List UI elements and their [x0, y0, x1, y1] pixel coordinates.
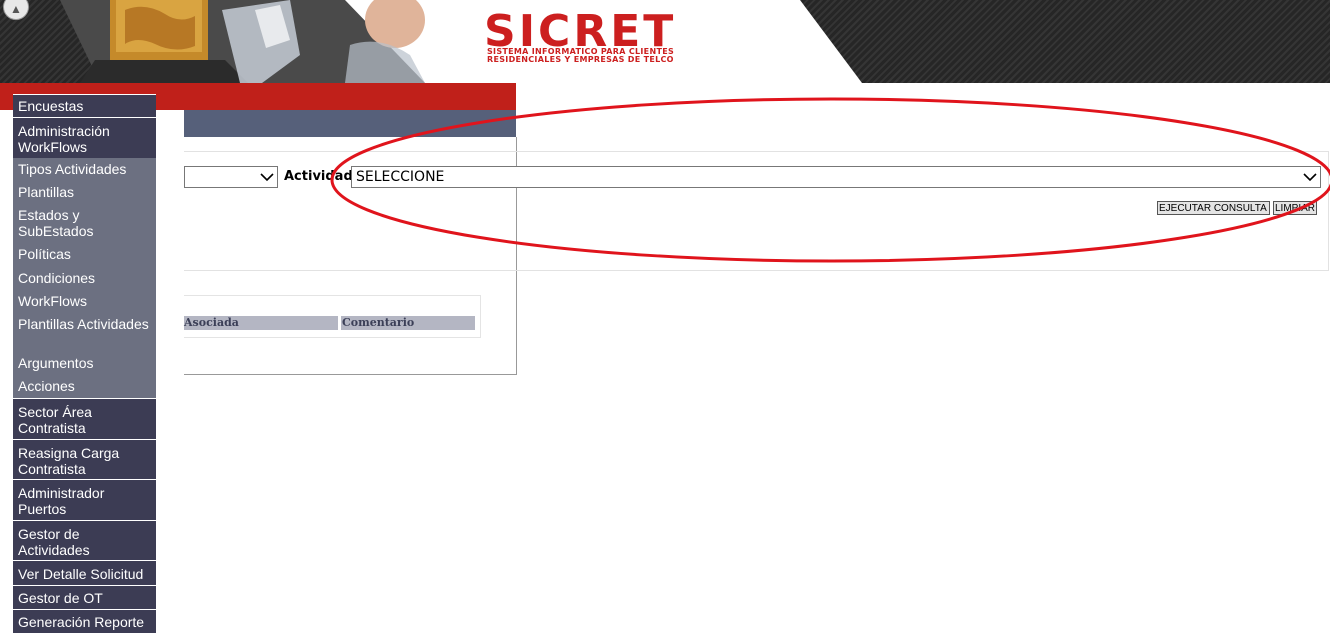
menu-item-acciones[interactable]: Acciones — [13, 375, 156, 398]
menu-item-politicas[interactable]: Políticas — [13, 243, 156, 267]
menu-item-tipos-actividades[interactable]: Tipos Actividades — [13, 158, 156, 181]
header-banner: ▲ SICRET SISTEMA INFORMATICO PARA CLIENT… — [0, 0, 1330, 83]
menu-item-argumentos[interactable]: Argumentos — [13, 352, 156, 375]
menu-item-gestor-actividades[interactable]: Gestor de Actividades — [13, 520, 156, 560]
actividad-select-value: SELECCIONE — [356, 169, 445, 185]
menu-item-plantillas[interactable]: Plantillas — [13, 181, 156, 204]
logo-subtitle-line2: RESIDENCIALES Y EMPRESAS DE TELCO — [487, 55, 674, 64]
menu-item-gestor-ot[interactable]: Gestor de OT — [13, 585, 156, 609]
menu-item-administrador-puertos[interactable]: Administrador Puertos — [13, 479, 156, 520]
menu-item-estados-subestados[interactable]: Estados y SubEstados — [13, 204, 156, 243]
menu-item-encuestas[interactable]: Encuestas — [13, 94, 156, 117]
menu-item-ver-detalle-solicitud[interactable]: Ver Detalle Solicitud — [13, 560, 156, 585]
menu-item-administracion-workflows[interactable]: Administración WorkFlows — [13, 117, 156, 158]
menu-item-workflows[interactable]: WorkFlows — [13, 290, 156, 313]
limpiar-button[interactable]: LIMPIAR — [1273, 201, 1317, 215]
menu-item-generacion-reporte[interactable]: Generación Reporte — [13, 609, 156, 633]
menu-item-sector-area-contratista[interactable]: Sector Área Contratista — [13, 398, 156, 439]
sicret-logo: SICRET SISTEMA INFORMATICO PARA CLIENTES… — [484, 8, 740, 66]
actividad-select[interactable]: SELECCIONE — [351, 166, 1321, 188]
panel-bottom-border — [184, 374, 517, 375]
table-header-asociada: Asociada — [184, 316, 338, 330]
panel-title-bar — [184, 110, 516, 137]
menu-item-plantillas-actividades[interactable]: Plantillas Actividades — [13, 313, 156, 352]
menu-item-condiciones[interactable]: Condiciones — [13, 267, 156, 290]
chevron-down-icon — [260, 173, 274, 182]
ejecutar-consulta-button[interactable]: EJECUTAR CONSULTA — [1157, 201, 1270, 215]
menu-item-reasigna-carga-contratista[interactable]: Reasigna Carga Contratista — [13, 439, 156, 479]
chevron-down-icon — [1303, 173, 1317, 182]
table-header-comentario: Comentario — [341, 316, 475, 330]
actividad-label: Actividad — [284, 169, 353, 184]
filter-select-left[interactable] — [184, 166, 278, 188]
